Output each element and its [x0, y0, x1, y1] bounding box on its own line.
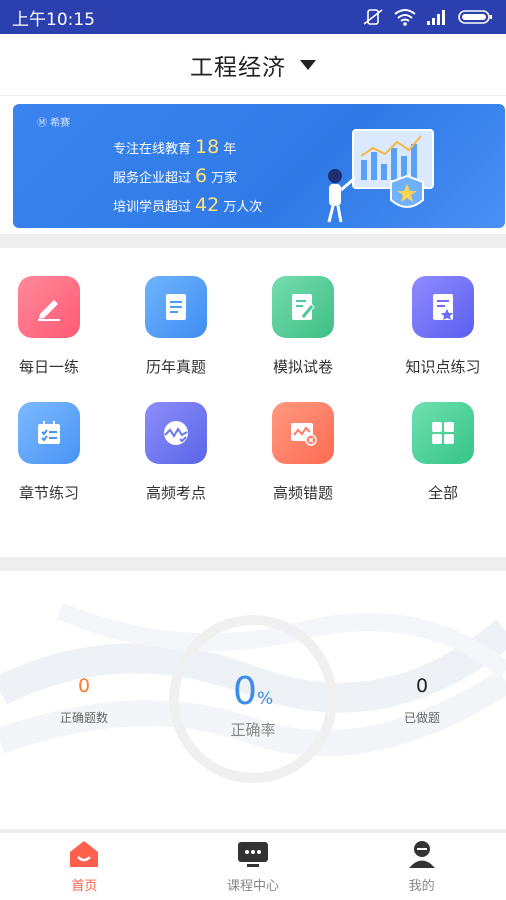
grid-item-all[interactable]: 全部: [388, 402, 498, 503]
home-icon: [70, 841, 99, 867]
banner-line3-suffix: 万人次: [223, 200, 263, 215]
accuracy-value: 0%: [200, 669, 306, 713]
grid-item-label: 全部: [427, 484, 458, 502]
banner-line2-suffix: 万家: [211, 171, 238, 186]
grid-item-daily-practice[interactable]: 每日一练: [0, 276, 104, 377]
status-bar: 上午10:15: [0, 0, 506, 34]
vibrate-off-icon: [363, 9, 383, 25]
tab-courses-label: 课程中心: [227, 879, 280, 894]
accuracy-label: 正确率: [230, 721, 276, 739]
grid-item-label: 高频错题: [272, 484, 333, 502]
star-doc-icon: [412, 276, 474, 338]
grid-item-label: 知识点练习: [405, 358, 481, 376]
banner-line1-prefix: 专注在线教育: [113, 142, 192, 157]
banner-line3-prefix: 培训学员超过: [113, 200, 192, 215]
grid-item-label: 每日一练: [18, 358, 79, 376]
stat-done: 0 已做题: [362, 675, 482, 726]
grid-item-label: 高频考点: [145, 484, 206, 502]
banner-illustration: [327, 129, 434, 223]
wifi-icon: [394, 9, 416, 26]
tab-home-label: 首页: [71, 879, 98, 894]
grid-item-label: 历年真题: [145, 358, 206, 376]
exam-paper-icon: [272, 276, 334, 338]
bottom-tab-bar: 首页 课程中心 我的: [0, 833, 506, 900]
banner-logo: Ⓜ 希赛: [37, 118, 71, 129]
grid-item-label: 章节练习: [18, 484, 79, 502]
tab-home[interactable]: 首页: [0, 833, 169, 900]
promo-banner[interactable]: Ⓜ 希赛 专注在线教育 18 年 服务企业超过 6 万家 培训学员超过 42 万人次: [13, 104, 505, 228]
battery-icon: [458, 10, 492, 24]
grid-item-past-exams[interactable]: 历年真题: [121, 276, 231, 377]
tab-courses[interactable]: 课程中心: [169, 833, 338, 900]
done-label: 已做题: [403, 711, 440, 725]
document-icon: [145, 276, 207, 338]
grid-item-chapter-practice[interactable]: 章节练习: [0, 402, 104, 503]
user-icon: [408, 841, 435, 868]
wave-icon: [145, 402, 207, 464]
accuracy-number: 0: [232, 669, 258, 713]
section-divider: [0, 557, 506, 571]
dropdown-caret-icon[interactable]: [300, 59, 316, 70]
pencil-icon: [18, 276, 80, 338]
accuracy-unit: %: [257, 689, 274, 709]
stat-correct-count: 0 正确题数: [24, 675, 144, 726]
calendar-list-icon: [18, 402, 80, 464]
course-header[interactable]: 工程经济: [0, 34, 506, 96]
grid-item-label: 模拟试卷: [272, 358, 333, 376]
grid-item-hot-topics[interactable]: 高频考点: [121, 402, 231, 503]
banner-line2-num: 6: [195, 165, 208, 187]
banner-text: 专注在线教育 18 年 服务企业超过 6 万家 培训学员超过 42 万人次: [113, 134, 262, 221]
tab-mine-label: 我的: [408, 879, 435, 894]
done-value: 0: [415, 675, 429, 697]
correct-count-label: 正确题数: [59, 711, 108, 725]
banner-line2-prefix: 服务企业超过: [113, 171, 192, 186]
tab-mine[interactable]: 我的: [337, 833, 506, 900]
grid-item-frequent-errors[interactable]: 高频错题: [248, 402, 358, 503]
error-chart-icon: [272, 402, 334, 464]
monitor-icon: [238, 842, 268, 867]
grid-icon: [412, 402, 474, 464]
banner-line1-num: 18: [195, 136, 220, 158]
stats-panel: 0 正确题数 0% 正确率 0 已做题: [0, 571, 506, 829]
signal-icon: [427, 10, 445, 25]
grid-item-mock-exam[interactable]: 模拟试卷: [248, 276, 358, 377]
banner-line1-suffix: 年: [223, 142, 237, 157]
section-divider: [0, 234, 506, 248]
grid-item-knowledge-practice[interactable]: 知识点练习: [388, 276, 498, 377]
correct-count-value: 0: [77, 675, 91, 697]
banner-line3-num: 42: [195, 194, 220, 216]
status-time: 上午10:15: [12, 9, 95, 30]
course-title[interactable]: 工程经济: [190, 48, 286, 82]
